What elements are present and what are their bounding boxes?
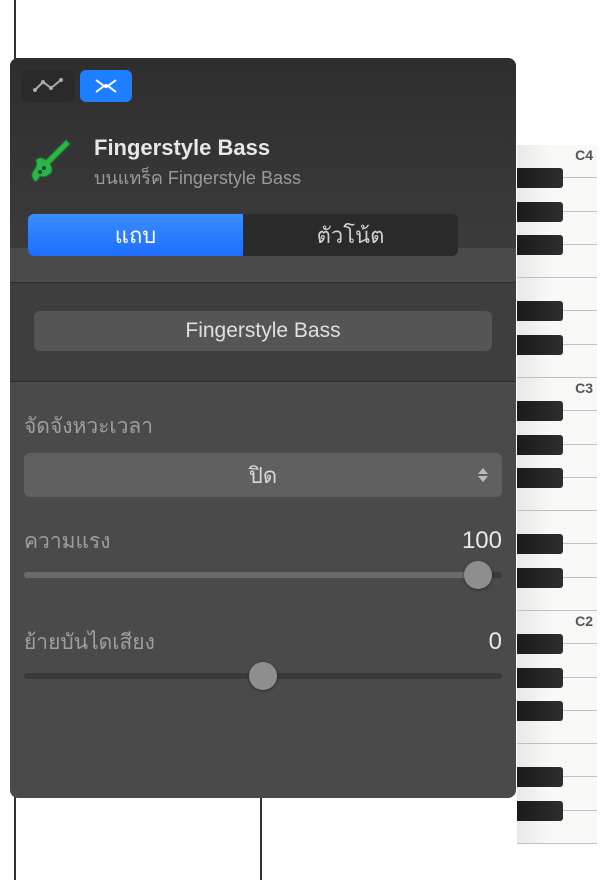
velocity-thumb[interactable]	[464, 561, 492, 589]
quantize-label: จัดจังหวะเวลา	[24, 410, 502, 443]
tab-region[interactable]: แถบ	[28, 214, 243, 256]
chevron-updown-icon	[478, 468, 488, 482]
tab-notes[interactable]: ตัวโน้ต	[243, 214, 458, 256]
black-key[interactable]	[517, 335, 563, 355]
black-key[interactable]	[517, 568, 563, 588]
view-tabs: แถบ ตัวโน้ต	[28, 214, 458, 256]
velocity-label: ความแรง	[24, 525, 111, 558]
region-name-field[interactable]: Fingerstyle Bass	[34, 311, 492, 351]
transpose-slider[interactable]	[24, 673, 502, 679]
velocity-slider[interactable]	[24, 572, 502, 578]
black-key[interactable]	[517, 202, 563, 222]
transpose-label: ย้ายบันไดเสียง	[24, 626, 155, 659]
piano-ruler[interactable]: C4 C3 C2	[517, 145, 597, 805]
black-key[interactable]	[517, 435, 563, 455]
black-key[interactable]	[517, 767, 563, 787]
black-key[interactable]	[517, 701, 563, 721]
key-label-c2: C2	[575, 613, 593, 629]
quantize-value: ปิด	[249, 458, 277, 493]
black-key[interactable]	[517, 801, 563, 821]
bass-guitar-icon	[22, 134, 80, 192]
midi-in-button[interactable]	[80, 70, 132, 102]
instrument-header: Fingerstyle Bass บนแทร็ค Fingerstyle Bas…	[22, 134, 301, 192]
instrument-subtitle: บนแทร็ค Fingerstyle Bass	[94, 163, 301, 192]
black-key[interactable]	[517, 301, 563, 321]
black-key[interactable]	[517, 534, 563, 554]
transpose-thumb[interactable]	[249, 662, 277, 690]
black-key[interactable]	[517, 168, 563, 188]
quantize-select[interactable]: ปิด	[24, 453, 502, 497]
velocity-value: 100	[462, 527, 502, 555]
toolbar	[22, 70, 132, 102]
black-key[interactable]	[517, 468, 563, 488]
black-key[interactable]	[517, 401, 563, 421]
inspector-panel: Fingerstyle Bass บนแทร็ค Fingerstyle Bas…	[10, 58, 516, 798]
black-key[interactable]	[517, 235, 563, 255]
black-key[interactable]	[517, 634, 563, 654]
key-label-c3: C3	[575, 380, 593, 396]
automation-button[interactable]	[22, 70, 74, 102]
transpose-value: 0	[489, 628, 502, 656]
black-key[interactable]	[517, 668, 563, 688]
instrument-title: Fingerstyle Bass	[94, 135, 301, 161]
key-label-c4: C4	[575, 147, 593, 163]
